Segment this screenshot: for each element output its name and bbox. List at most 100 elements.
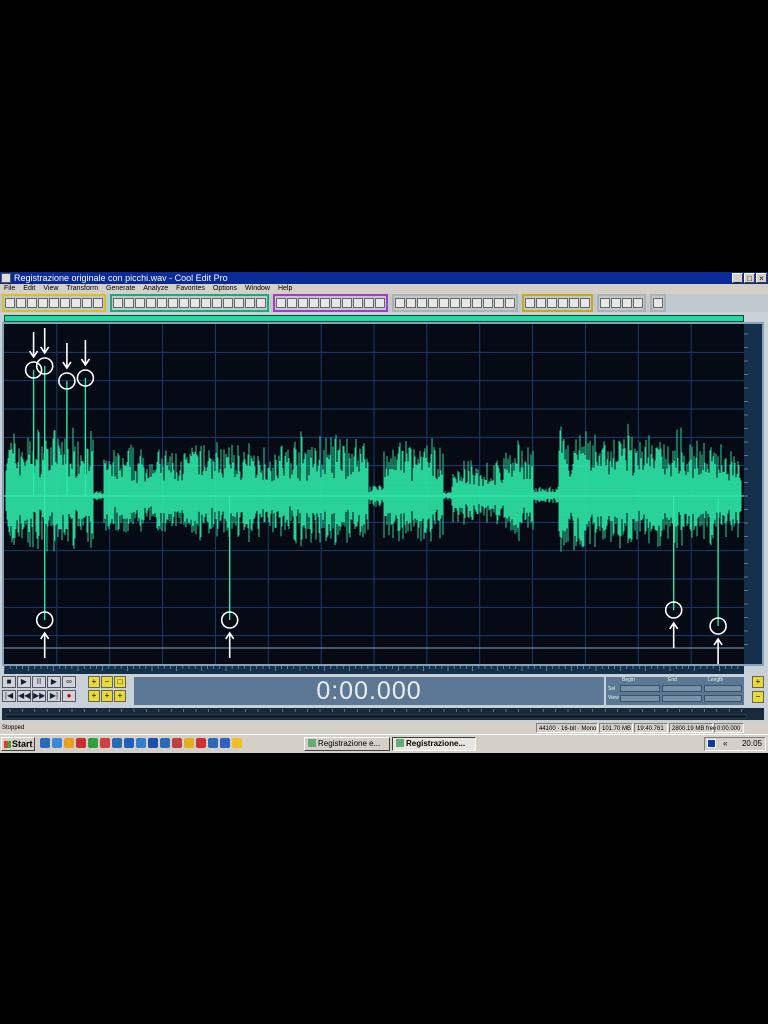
toolbar-file-button[interactable] xyxy=(49,298,59,308)
app-icon[interactable] xyxy=(1,273,11,283)
quick-launch-icon[interactable] xyxy=(136,738,146,748)
quick-launch-icon[interactable] xyxy=(232,738,242,748)
fast-forward-button[interactable]: ▶▶ xyxy=(32,690,46,702)
title-bar[interactable]: Registrazione originale con picchi.wav -… xyxy=(0,272,768,284)
quick-launch-icon[interactable] xyxy=(220,738,230,748)
toolbar-view-button[interactable] xyxy=(547,298,557,308)
zoom-in-icon[interactable]: + xyxy=(88,676,100,688)
toolbar-edit-button[interactable] xyxy=(234,298,244,308)
toolbar-edit-button[interactable] xyxy=(146,298,156,308)
toolbar-file-button[interactable] xyxy=(16,298,26,308)
toolbar-analysis-button[interactable] xyxy=(494,298,504,308)
waveform-overview-bar[interactable] xyxy=(4,315,744,322)
view-end-field[interactable] xyxy=(662,695,702,702)
toolbar-view-button[interactable] xyxy=(536,298,546,308)
toolbar-multitrack-button[interactable] xyxy=(633,298,643,308)
quick-launch-icon[interactable] xyxy=(148,738,158,748)
toolbar-multitrack-button[interactable] xyxy=(611,298,621,308)
toolbar-effects-button[interactable] xyxy=(353,298,363,308)
toolbar-view-button[interactable] xyxy=(580,298,590,308)
waveform-display[interactable] xyxy=(4,324,744,664)
menu-generate[interactable]: Generate xyxy=(102,284,139,294)
zoom-left-icon[interactable]: + xyxy=(88,690,100,702)
toolbar-effects-button[interactable] xyxy=(342,298,352,308)
toolbar-effects-button[interactable] xyxy=(364,298,374,308)
quick-launch-icon[interactable] xyxy=(40,738,50,748)
sel-begin-field[interactable] xyxy=(620,685,660,692)
taskbar-item-registrazione-1[interactable]: Registrazione e... xyxy=(304,737,390,751)
tray-app-icon[interactable] xyxy=(707,739,716,748)
toolbar-analysis-button[interactable] xyxy=(428,298,438,308)
toolbar-edit-button[interactable] xyxy=(157,298,167,308)
quick-launch-icon[interactable] xyxy=(124,738,134,748)
menu-file[interactable]: File xyxy=(0,284,19,294)
go-to-start-button[interactable]: |◀ xyxy=(2,690,16,702)
toolbar-effects-button[interactable] xyxy=(331,298,341,308)
toolbar-file-button[interactable] xyxy=(71,298,81,308)
toolbar-edit-button[interactable] xyxy=(245,298,255,308)
toolbar-edit-button[interactable] xyxy=(113,298,123,308)
quick-launch-icon[interactable] xyxy=(112,738,122,748)
quick-launch-icon[interactable] xyxy=(172,738,182,748)
zoom-selection-icon[interactable]: + xyxy=(114,690,126,702)
menu-help[interactable]: Help xyxy=(274,284,296,294)
toolbar-analysis-button[interactable] xyxy=(461,298,471,308)
toolbar-file-button[interactable] xyxy=(38,298,48,308)
view-length-field[interactable] xyxy=(704,695,742,702)
quick-launch-icon[interactable] xyxy=(64,738,74,748)
time-ruler[interactable] xyxy=(4,666,744,674)
view-begin-field[interactable] xyxy=(620,695,660,702)
maximize-button[interactable]: □ xyxy=(744,273,755,283)
toolbar-multitrack-button[interactable] xyxy=(622,298,632,308)
pause-button[interactable]: II xyxy=(32,676,46,688)
play-to-end-button[interactable]: ▶ xyxy=(47,676,61,688)
quick-launch-icon[interactable] xyxy=(76,738,86,748)
toolbar-file-button[interactable] xyxy=(93,298,103,308)
toolbar-view-button[interactable] xyxy=(525,298,535,308)
toolbar-effects-button[interactable] xyxy=(375,298,385,308)
quick-launch-icon[interactable] xyxy=(52,738,62,748)
toolbar-analysis-button[interactable] xyxy=(472,298,482,308)
toolbar-analysis-button[interactable] xyxy=(395,298,405,308)
toolbar-edit-button[interactable] xyxy=(124,298,134,308)
stop-button[interactable]: ■ xyxy=(2,676,16,688)
quick-launch-icon[interactable] xyxy=(184,738,194,748)
rewind-button[interactable]: ◀◀ xyxy=(17,690,31,702)
quick-launch-icon[interactable] xyxy=(100,738,110,748)
close-button[interactable]: × xyxy=(756,273,767,283)
sel-end-field[interactable] xyxy=(662,685,702,692)
toolbar-edit-button[interactable] xyxy=(190,298,200,308)
menu-view[interactable]: View xyxy=(39,284,62,294)
toolbar-analysis-button[interactable] xyxy=(417,298,427,308)
menu-window[interactable]: Window xyxy=(241,284,274,294)
taskbar-item-registrazione-2[interactable]: Registrazione... xyxy=(392,737,476,751)
toolbar-analysis-button[interactable] xyxy=(505,298,515,308)
toolbar-multitrack-button[interactable] xyxy=(600,298,610,308)
vertical-zoom-in-icon[interactable]: + xyxy=(752,676,764,688)
quick-launch-icon[interactable] xyxy=(196,738,206,748)
tray-expand-chevron[interactable]: « xyxy=(723,738,727,750)
toolbar-effects-button[interactable] xyxy=(309,298,319,308)
toolbar-effects-button[interactable] xyxy=(320,298,330,308)
toolbar-view-button[interactable] xyxy=(569,298,579,308)
minimize-button[interactable]: _ xyxy=(732,273,743,283)
toolbar-edit-button[interactable] xyxy=(212,298,222,308)
toolbar-analysis-button[interactable] xyxy=(406,298,416,308)
menu-options[interactable]: Options xyxy=(209,284,241,294)
toolbar-edit-button[interactable] xyxy=(256,298,266,308)
quick-launch-icon[interactable] xyxy=(160,738,170,748)
toolbar-analysis-button[interactable] xyxy=(450,298,460,308)
toolbar-edit-button[interactable] xyxy=(201,298,211,308)
toolbar-view-button[interactable] xyxy=(558,298,568,308)
toolbar-edit-button[interactable] xyxy=(168,298,178,308)
toolbar-extra-button[interactable] xyxy=(653,298,663,308)
toolbar-effects-button[interactable] xyxy=(276,298,286,308)
play-button[interactable]: ▶ xyxy=(17,676,31,688)
toolbar-file-button[interactable] xyxy=(82,298,92,308)
toolbar-edit-button[interactable] xyxy=(135,298,145,308)
menu-edit[interactable]: Edit xyxy=(19,284,39,294)
menu-favorites[interactable]: Favorites xyxy=(172,284,209,294)
toolbar-analysis-button[interactable] xyxy=(483,298,493,308)
toolbar-effects-button[interactable] xyxy=(287,298,297,308)
menu-analyze[interactable]: Analyze xyxy=(139,284,172,294)
